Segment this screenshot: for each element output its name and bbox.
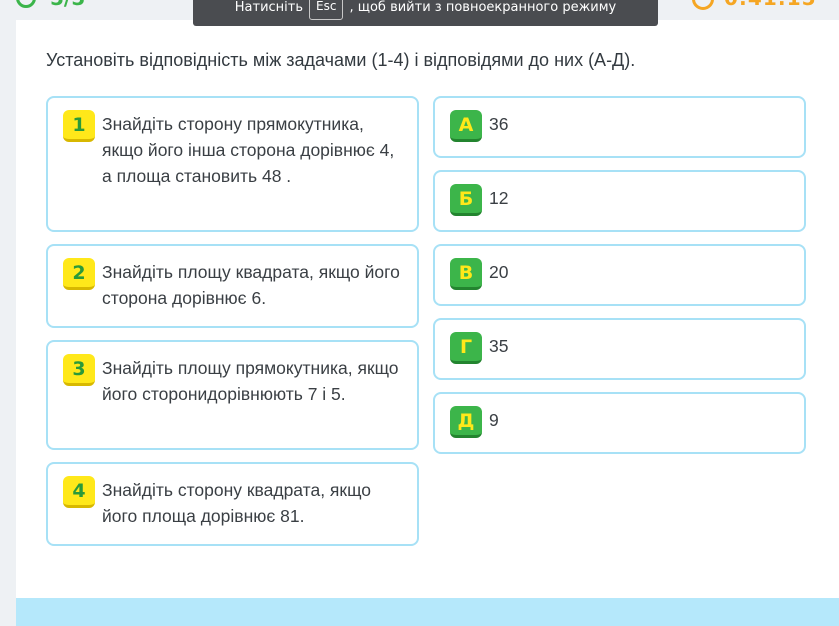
answer-letter-badge: В: [450, 258, 482, 290]
fullscreen-notice: Натисніть Esc , щоб вийти з повноекранно…: [193, 0, 658, 26]
question-instruction: Установіть відповідність між задачами (1…: [46, 50, 636, 70]
task-card-3[interactable]: 3 Знайдіть площу прямокутника, якщо його…: [46, 340, 419, 450]
fullscreen-notice-prefix: Натисніть: [234, 0, 304, 15]
answer-value: 36: [489, 114, 509, 134]
answer-value: 12: [489, 188, 509, 208]
task-card-4[interactable]: 4 Знайдіть сторону квадрата, якщо його п…: [46, 462, 419, 546]
task-number-badge: 4: [63, 476, 95, 508]
task-card-2[interactable]: 2 Знайдіть площу квадрата, якщо його сто…: [46, 244, 419, 328]
bottom-action-bar: [16, 598, 839, 626]
timer: 0:41:15: [724, 0, 817, 10]
answer-card-g[interactable]: Г 35: [433, 318, 806, 380]
answer-letter-badge: Б: [450, 184, 482, 216]
answer-card-b[interactable]: Б 12: [433, 170, 806, 232]
task-number-badge: 2: [63, 258, 95, 290]
task-text: Знайдіть сторону квадрата, якщо його пло…: [102, 480, 372, 526]
task-number-badge: 3: [63, 354, 95, 386]
task-number-badge: 1: [63, 110, 95, 142]
fullscreen-notice-suffix: , щоб вийти з повноекранного режиму: [349, 0, 617, 15]
score-counter: 5/5: [50, 0, 85, 10]
task-card-1[interactable]: 1 Знайдіть сторону прямокутника, якщо йо…: [46, 96, 419, 232]
answer-value: 35: [489, 336, 509, 356]
answer-card-d[interactable]: Д 9: [433, 392, 806, 454]
task-text: Знайдіть площу квадрата, якщо його сторо…: [102, 262, 400, 308]
answer-value: 9: [489, 410, 499, 430]
task-text: Знайдіть площу прямокутника, якщо його с…: [102, 358, 399, 404]
esc-key-hint: Esc: [309, 0, 344, 20]
answer-card-a[interactable]: А 36: [433, 96, 806, 158]
answer-letter-badge: Д: [450, 406, 482, 438]
answer-value: 20: [489, 262, 509, 282]
answer-letter-badge: А: [450, 110, 482, 142]
answer-card-v[interactable]: В 20: [433, 244, 806, 306]
task-text: Знайдіть сторону прямокутника, якщо його…: [102, 114, 395, 186]
answer-letter-badge: Г: [450, 332, 482, 364]
